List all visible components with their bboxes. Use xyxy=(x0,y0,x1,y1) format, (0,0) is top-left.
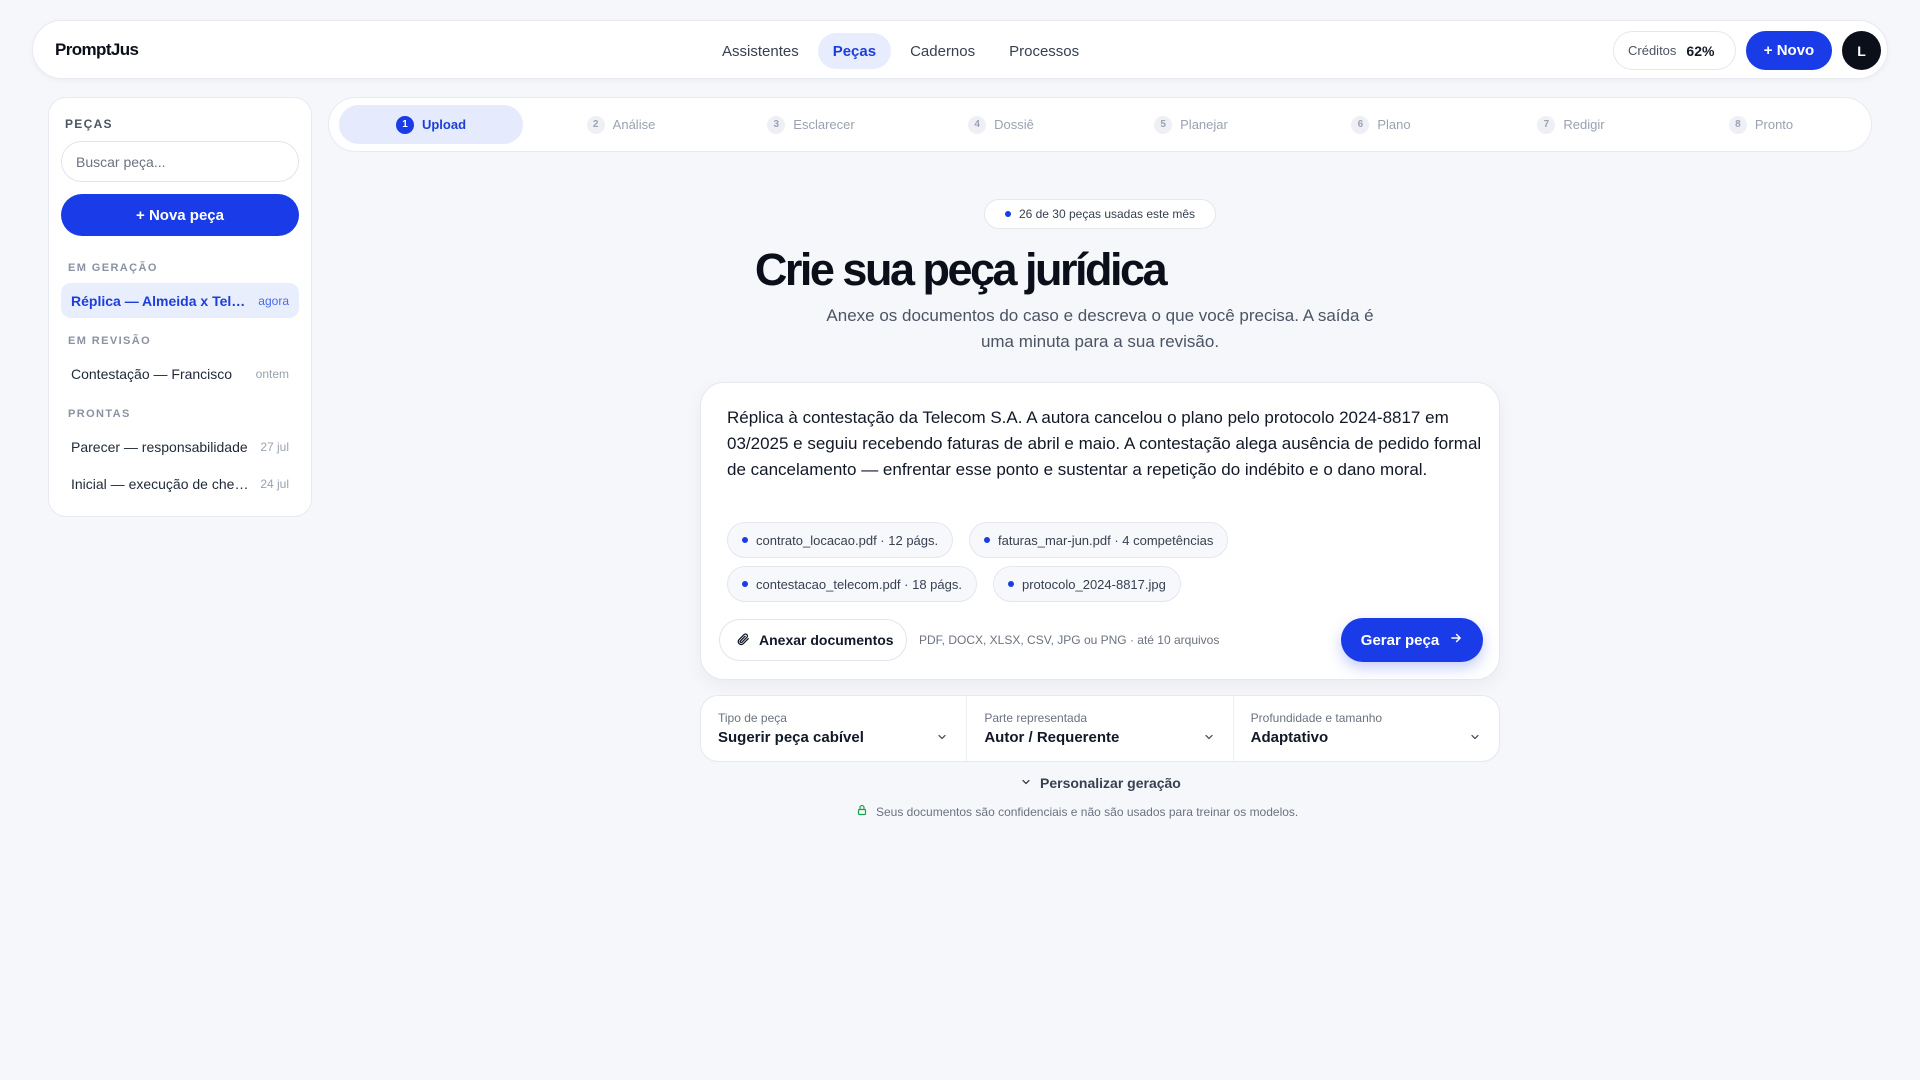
step-pronto[interactable]: 8 Pronto xyxy=(1669,105,1853,144)
select-value: Adaptativo xyxy=(1250,729,1329,746)
usage-badge: 26 de 30 peças usadas este mês xyxy=(984,199,1216,229)
step-number: 6 xyxy=(1351,115,1370,134)
select-profundidade[interactable]: Profundidade e tamanho Adaptativo xyxy=(1234,696,1499,761)
top-bar: PromptJus Assistentes Peças Cadernos Pro… xyxy=(32,20,1888,79)
prompt-card: Réplica à contestação da Telecom S.A. A … xyxy=(700,382,1500,680)
new-button[interactable]: + Novo xyxy=(1746,31,1832,70)
nav-item-assistentes[interactable]: Assistentes xyxy=(707,33,814,69)
attachment-name: contestacao_telecom.pdf · 18 págs. xyxy=(756,576,962,592)
step-number: 7 xyxy=(1537,115,1556,134)
sidebar-item-name: Parecer — responsabilidade xyxy=(71,438,248,455)
main-nav: Assistentes Peças Cadernos Processos xyxy=(707,33,1094,69)
privacy-text: Seus documentos são confidenciais e não … xyxy=(876,804,1299,819)
sidebar-item-time: 27 jul xyxy=(260,439,289,454)
generate-button[interactable]: Gerar peça xyxy=(1341,618,1483,662)
paperclip-icon xyxy=(736,632,750,649)
nav-item-cadernos[interactable]: Cadernos xyxy=(895,33,990,69)
attach-label: Anexar documentos xyxy=(759,632,894,648)
credits-value: 62% xyxy=(1686,42,1715,59)
sidebar-item-name: Contestação — Francisco xyxy=(71,365,233,382)
personalize-label: Personalizar geração xyxy=(1040,775,1181,791)
attachment-name: contrato_locacao.pdf · 12 págs. xyxy=(756,532,939,548)
prompt-textarea[interactable]: Réplica à contestação da Telecom S.A. A … xyxy=(727,405,1483,483)
lock-icon xyxy=(856,804,868,819)
step-planejar[interactable]: 5 Planejar xyxy=(1099,105,1283,144)
group-label-em-revisao: EM REVISÃO xyxy=(68,335,152,347)
arrow-right-icon xyxy=(1449,631,1463,649)
step-number: 8 xyxy=(1728,115,1747,134)
step-number: 4 xyxy=(968,115,987,134)
sidebar-item-time: ontem xyxy=(255,366,289,381)
step-label: Planejar xyxy=(1180,117,1228,132)
step-label: Análise xyxy=(612,117,656,132)
attach-documents-button[interactable]: Anexar documentos xyxy=(719,619,907,661)
credits-indicator[interactable]: Créditos 62% xyxy=(1613,31,1736,70)
select-tipo-peca[interactable]: Tipo de peça Sugerir peça cabível xyxy=(701,696,968,761)
new-piece-button[interactable]: + Nova peça xyxy=(61,194,299,236)
chevron-down-icon xyxy=(1020,775,1032,791)
attachment-chip[interactable]: contestacao_telecom.pdf · 18 págs. xyxy=(727,566,977,602)
dot-icon xyxy=(984,537,990,543)
step-number: 3 xyxy=(767,115,786,134)
step-label: Redigir xyxy=(1563,117,1605,132)
generation-options: Tipo de peça Sugerir peça cabível Parte … xyxy=(700,695,1500,762)
select-value: Sugerir peça cabível xyxy=(718,729,864,746)
select-value: Autor / Requerente xyxy=(984,729,1120,746)
dot-icon xyxy=(742,581,748,587)
dot-icon xyxy=(1008,581,1014,587)
step-analise[interactable]: 2 Análise xyxy=(529,105,713,144)
step-label: Plano xyxy=(1377,117,1411,132)
attachment-chip[interactable]: protocolo_2024-8817.jpg xyxy=(993,566,1181,602)
dot-icon xyxy=(1004,211,1011,217)
sidebar-item[interactable]: Inicial — execução de cheque 24 jul xyxy=(61,466,299,501)
attachment-chip[interactable]: faturas_mar-jun.pdf · 4 competências xyxy=(969,522,1229,558)
step-label: Esclarecer xyxy=(793,117,855,132)
page-subtitle: Anexe os documentos do caso e descreva o… xyxy=(826,306,1374,351)
step-label: Upload xyxy=(421,117,467,132)
sidebar-item-time: 24 jul xyxy=(260,476,289,491)
generate-label: Gerar peça xyxy=(1360,631,1440,649)
sidebar-item[interactable]: Contestação — Francisco ontem xyxy=(61,356,299,391)
group-label-prontas: PRONTAS xyxy=(68,408,131,420)
page-title: Crie sua peça jurídica xyxy=(754,244,1168,295)
attachment-chip[interactable]: contrato_locacao.pdf · 12 págs. xyxy=(727,522,954,558)
select-parte-representada[interactable]: Parte representada Autor / Requerente xyxy=(967,696,1234,761)
sidebar-title: PEÇAS xyxy=(65,117,113,131)
usage-text: 26 de 30 peças usadas este mês xyxy=(1018,207,1196,221)
step-number: 5 xyxy=(1154,115,1173,134)
attachment-name: faturas_mar-jun.pdf · 4 competências xyxy=(998,532,1214,548)
personalize-toggle[interactable]: Personalizar geração xyxy=(1020,775,1181,791)
dot-icon xyxy=(742,537,748,543)
step-plano[interactable]: 6 Plano xyxy=(1289,105,1473,144)
nav-item-processos[interactable]: Processos xyxy=(994,33,1094,69)
sidebar-item[interactable]: Parecer — responsabilidade 27 jul xyxy=(61,429,299,464)
select-label: Profundidade e tamanho xyxy=(1250,711,1383,725)
brand-logo[interactable]: PromptJus xyxy=(55,40,139,60)
step-dossie[interactable]: 4 Dossiê xyxy=(909,105,1093,144)
chevron-down-icon xyxy=(1203,730,1215,748)
step-number: 2 xyxy=(586,115,605,134)
step-number: 1 xyxy=(395,115,414,134)
sidebar: PEÇAS + Nova peça EM GERAÇÃO Réplica — A… xyxy=(48,97,312,517)
privacy-note: Seus documentos são confidenciais e não … xyxy=(856,804,1298,819)
step-redigir[interactable]: 7 Redigir xyxy=(1479,105,1663,144)
step-label: Dossiê xyxy=(994,117,1034,132)
avatar[interactable]: L xyxy=(1842,31,1881,70)
select-label: Parte representada xyxy=(984,711,1088,725)
search-input[interactable] xyxy=(61,141,299,182)
sidebar-item-name: Inicial — execução de cheque xyxy=(71,475,253,492)
step-label: Pronto xyxy=(1754,117,1794,132)
step-upload[interactable]: 1 Upload xyxy=(339,105,523,144)
stepper: 1 Upload 2 Análise 3 Esclarecer 4 Dossiê… xyxy=(328,97,1872,152)
step-esclarecer[interactable]: 3 Esclarecer xyxy=(719,105,903,144)
chevron-down-icon xyxy=(1469,730,1481,748)
nav-item-pecas[interactable]: Peças xyxy=(817,33,892,69)
chevron-down-icon xyxy=(936,730,948,748)
select-label: Tipo de peça xyxy=(718,711,787,725)
credits-label: Créditos xyxy=(1628,43,1677,58)
attachment-name: protocolo_2024-8817.jpg xyxy=(1022,576,1166,592)
formats-hint: PDF, DOCX, XLSX, CSV, JPG ou PNG · até 1… xyxy=(919,633,1220,647)
